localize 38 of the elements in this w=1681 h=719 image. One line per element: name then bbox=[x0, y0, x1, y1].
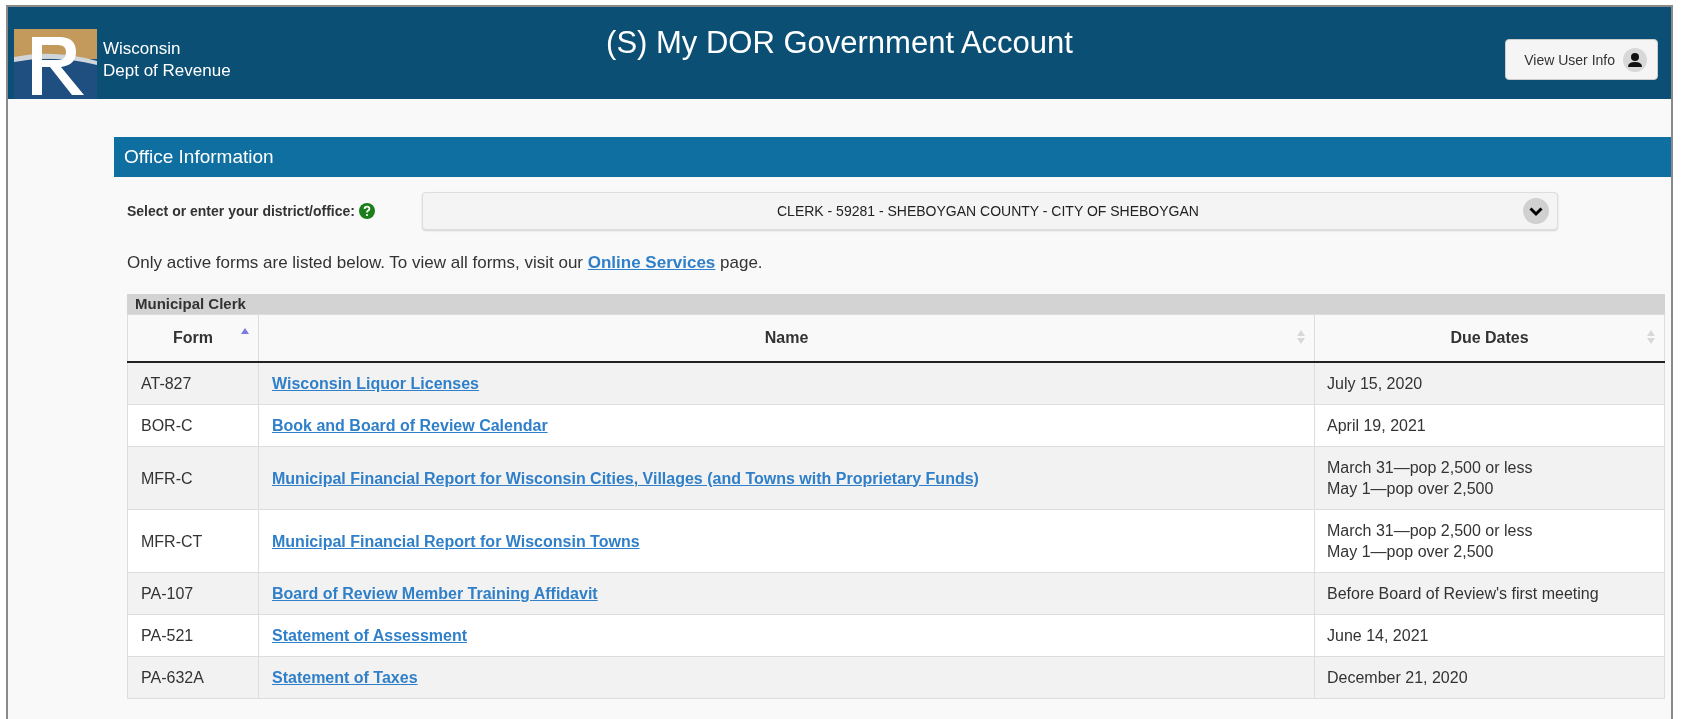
due-date-cell: April 19, 2021 bbox=[1314, 404, 1665, 447]
table-group-header: Municipal Clerk bbox=[127, 294, 1665, 314]
due-date-cell: Before Board of Review's first meeting bbox=[1314, 572, 1665, 615]
form-cell: BOR-C bbox=[127, 404, 259, 447]
due-date-cell: March 31—pop 2,500 or less May 1—pop over 2,500 bbox=[1314, 509, 1665, 573]
online-services-link[interactable]: Online Services bbox=[587, 253, 716, 272]
view-user-info-button[interactable]: View User Info bbox=[1505, 39, 1658, 80]
form-cell: PA-632A bbox=[127, 656, 259, 699]
form-name-link[interactable]: Wisconsin Liquor Licenses bbox=[272, 375, 479, 392]
form-name-link[interactable]: Board of Review Member Training Affidavit bbox=[272, 585, 598, 602]
form-name-link[interactable]: Municipal Financial Report for Wisconsin Towns bbox=[272, 532, 640, 550]
info-text: Only active forms are listed below. To view all forms, visit our Online Services page. bbox=[127, 253, 764, 273]
office-select[interactable]: CLERK - 59281 - SHEBOYGAN COUNTY - CITY OF SHEBOYGAN bbox=[421, 192, 1558, 230]
form-cell: PA-521 bbox=[127, 614, 259, 657]
help-icon[interactable] bbox=[358, 203, 375, 219]
due-date-cell: June 14, 2021 bbox=[1314, 614, 1665, 657]
form-name-link[interactable]: Municipal Financial Report for Wisconsin Cities, Villages (and Towns with Proprietary Funds) bbox=[272, 469, 979, 487]
due-date-cell: March 31—pop 2,500 or less May 1—pop over 2,500 bbox=[1314, 446, 1665, 510]
form-name-link[interactable]: Statement of Assessment bbox=[272, 627, 468, 644]
form-cell: AT-827 bbox=[127, 362, 259, 405]
page-title: (S) My DOR Government Account bbox=[606, 25, 1073, 61]
form-name-link[interactable]: Book and Board of Review Calendar bbox=[272, 417, 548, 434]
due-date-cell: December 21, 2020 bbox=[1314, 656, 1665, 699]
org-name: Wisconsin bbox=[103, 38, 182, 60]
form-cell: MFR-C bbox=[127, 446, 259, 510]
chevron-down-icon bbox=[1522, 198, 1549, 224]
due-date-cell: July 15, 2020 bbox=[1314, 362, 1665, 405]
form-cell: PA-107 bbox=[127, 572, 259, 615]
form-name-link[interactable]: Statement of Taxes bbox=[272, 669, 418, 686]
section-header: Office Information bbox=[114, 137, 1671, 177]
user-icon bbox=[1623, 47, 1647, 72]
field-label: Select or enter your district/office: bbox=[127, 203, 355, 219]
column-header[interactable]: Form bbox=[127, 314, 259, 362]
logo-icon bbox=[14, 29, 97, 99]
form-cell: MFR-CT bbox=[127, 509, 259, 573]
org-name: Dept of Revenue bbox=[103, 60, 231, 82]
column-header[interactable]: Name bbox=[258, 314, 1315, 362]
column-header[interactable]: Due Dates bbox=[1314, 314, 1665, 362]
